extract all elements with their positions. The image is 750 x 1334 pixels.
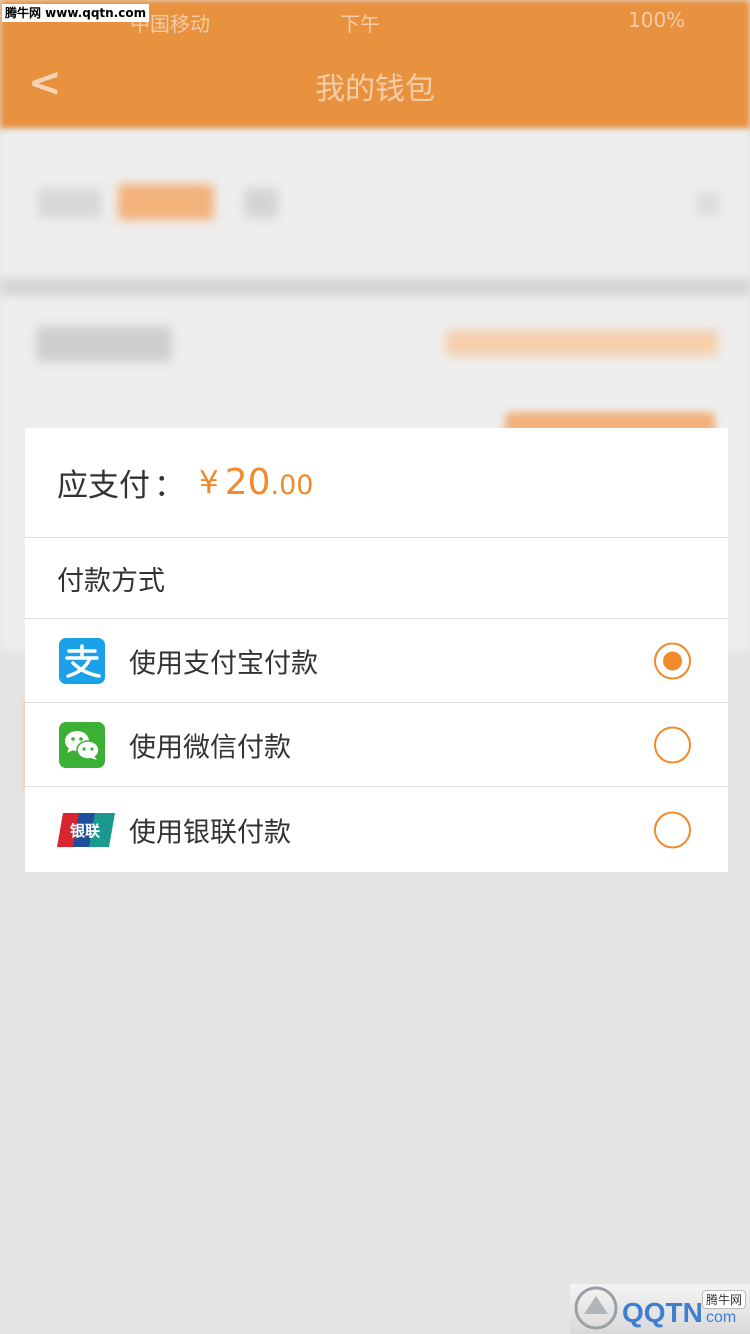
background-label <box>244 188 278 218</box>
payment-option-alipay[interactable]: 使用支付宝付款 <box>25 619 728 703</box>
svg-text:com: com <box>706 1309 736 1326</box>
amount-colon: ： <box>154 468 185 504</box>
svg-text:QQTN: QQTN <box>622 1297 703 1328</box>
radio-selected-dot <box>663 651 682 670</box>
amount-label: 应支付 <box>57 468 150 504</box>
watermark-top: 腾牛网 www.qqtn.com <box>2 4 150 22</box>
payment-option-label: 使用银联付款 <box>129 817 291 848</box>
amount-integer: 20 <box>224 462 271 503</box>
background-progress <box>446 330 718 356</box>
radio-button[interactable] <box>654 726 691 763</box>
background-badge <box>118 184 214 220</box>
amount-decimal: .00 <box>270 470 314 501</box>
currency-symbol: ¥ <box>199 464 219 501</box>
unionpay-icon: 银联 <box>57 812 115 847</box>
payment-sheet: 应支付 ： ¥ 20 .00 付款方式 使用支付宝付款 使用微信付款 银联 使用… <box>25 428 728 872</box>
radio-button[interactable] <box>654 811 691 848</box>
payment-option-wechat[interactable]: 使用微信付款 <box>25 703 728 787</box>
svg-text:银联: 银联 <box>70 822 101 840</box>
payment-option-unionpay[interactable]: 银联 使用银联付款 <box>25 787 728 872</box>
status-battery: 100% <box>628 8 686 32</box>
status-time: 下午 <box>340 12 380 36</box>
payment-option-label: 使用支付宝付款 <box>129 648 318 679</box>
alipay-icon <box>59 637 105 684</box>
background-label <box>38 188 102 218</box>
radio-button-selected[interactable] <box>654 642 691 679</box>
wechat-icon <box>59 721 105 768</box>
background-label <box>36 326 172 362</box>
payment-option-label: 使用微信付款 <box>129 732 291 763</box>
watermark-tag: 腾牛网 <box>701 1290 746 1309</box>
watermark-logo: QQTN com 腾牛网 <box>570 1284 750 1334</box>
payment-method-header: 付款方式 <box>25 538 728 619</box>
payment-method-title: 付款方式 <box>57 565 165 597</box>
back-arrow-icon[interactable]: < <box>28 60 62 106</box>
chevron-right-icon <box>696 192 720 216</box>
header-title: 我的钱包 <box>315 72 435 107</box>
amount-row: 应支付 ： ¥ 20 .00 <box>25 428 728 538</box>
background-row <box>0 140 750 280</box>
section-divider <box>0 278 750 296</box>
